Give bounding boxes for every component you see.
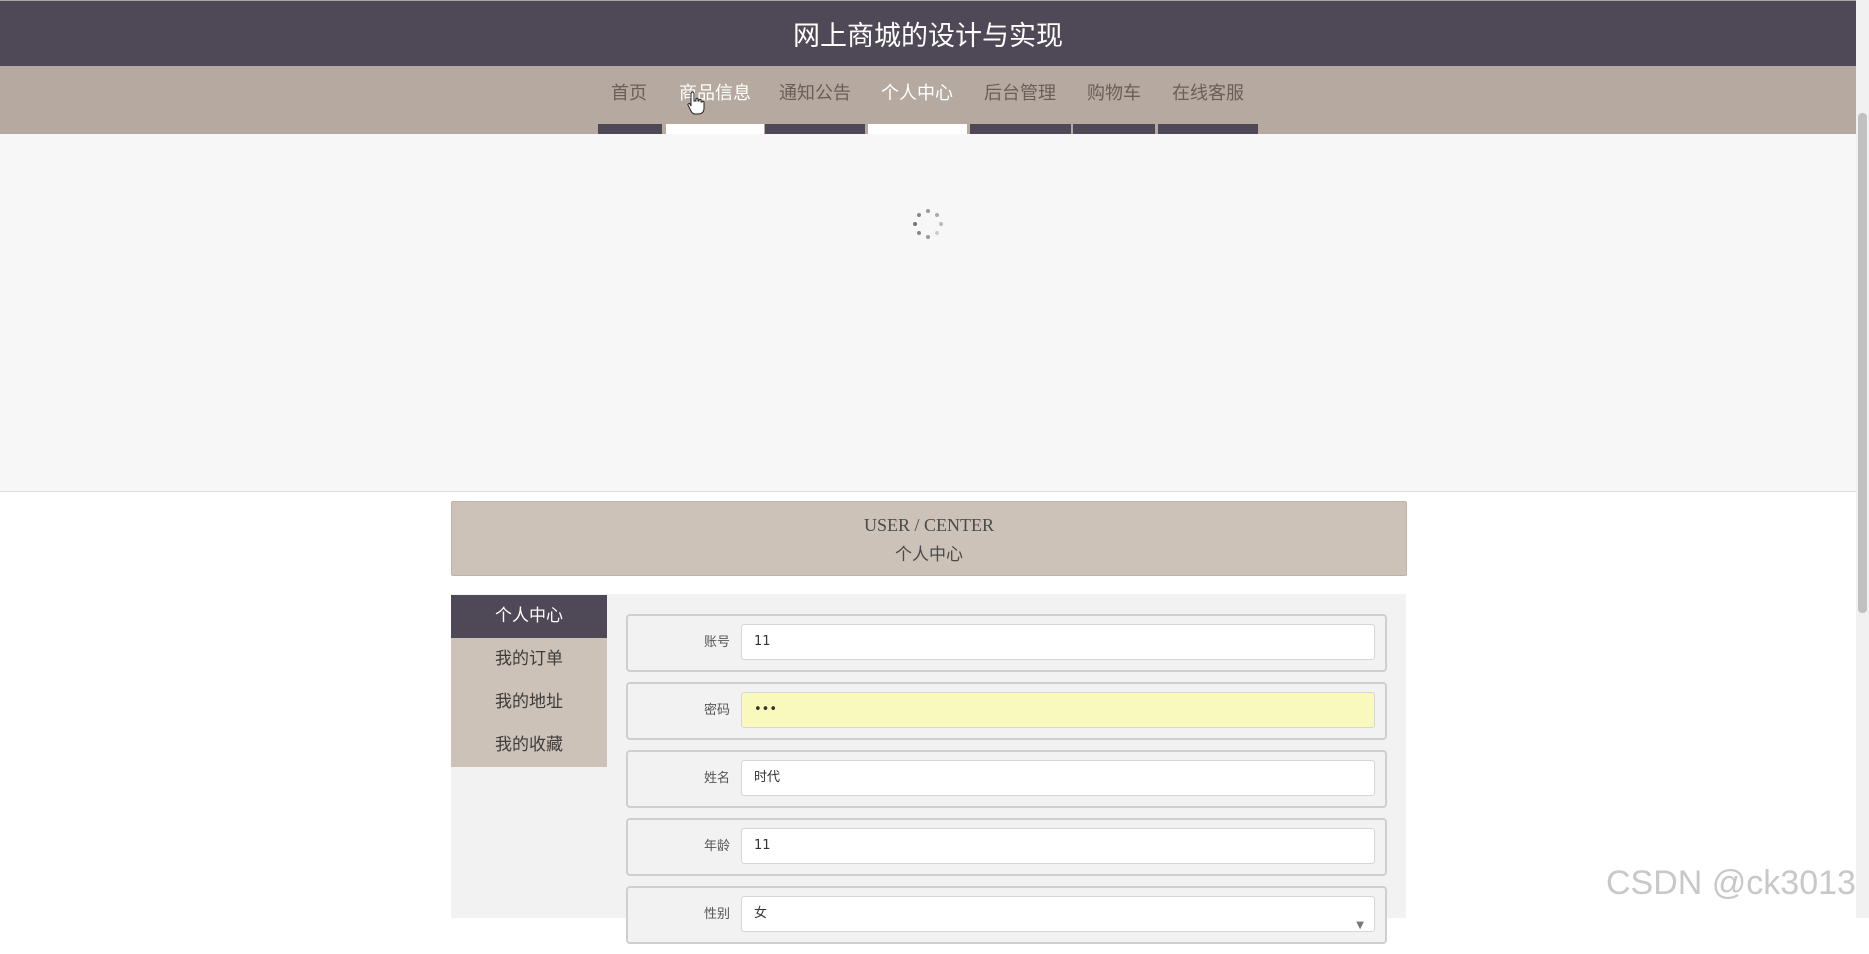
loading-spinner-icon <box>913 209 943 239</box>
section-title: USER / CENTER 个人中心 <box>451 501 1407 576</box>
account-field[interactable]: 11 <box>741 624 1375 660</box>
age-label: 年龄 <box>703 839 730 854</box>
profile-form: 账号 11 密码 ••• 姓名 时代 年龄 11 性别 女 ▼ <box>626 614 1387 954</box>
gender-value: 女 <box>754 906 768 921</box>
sidebar: 个人中心 我的订单 我的地址 我的收藏 <box>451 595 607 767</box>
section-title-en: USER / CENTER <box>863 515 994 535</box>
sidebar-item-user-center[interactable]: 个人中心 <box>451 595 607 638</box>
nav-item-notices[interactable]: 通知公告 <box>765 66 865 126</box>
nav-underline-home <box>598 124 662 134</box>
nav-underline-notices <box>765 124 865 134</box>
nav-item-admin[interactable]: 后台管理 <box>970 66 1070 126</box>
sidebar-item-my-orders[interactable]: 我的订单 <box>451 638 607 681</box>
age-field[interactable]: 11 <box>741 828 1375 864</box>
password-label: 密码 <box>703 703 730 718</box>
sidebar-item-my-address[interactable]: 我的地址 <box>451 681 607 724</box>
banner-area <box>0 134 1856 492</box>
nav-item-cart[interactable]: 购物车 <box>1073 66 1155 126</box>
nav-item-home[interactable]: 首页 <box>596 66 662 126</box>
nav-item-user-center[interactable]: 个人中心 <box>867 66 967 126</box>
form-row-gender: 性别 女 ▼ <box>626 886 1387 944</box>
form-row-name: 姓名 时代 <box>626 750 1387 808</box>
scrollbar-thumb[interactable] <box>1858 113 1867 613</box>
nav-underline-cart <box>1073 124 1155 134</box>
sidebar-item-my-favorites[interactable]: 我的收藏 <box>451 724 607 767</box>
main-nav: 首页 商品信息 通知公告 个人中心 后台管理 购物车 在线客服 <box>0 66 1856 134</box>
watermark: CSDN @ck3013 <box>1606 864 1856 902</box>
nav-underline-products <box>666 124 764 134</box>
nav-underline-support <box>1158 124 1258 134</box>
gender-select[interactable]: 女 ▼ <box>741 896 1375 932</box>
nav-item-support[interactable]: 在线客服 <box>1158 66 1258 126</box>
form-row-password: 密码 ••• <box>626 682 1387 740</box>
site-title: 网上商城的设计与实现 <box>793 21 1063 52</box>
hand-cursor-icon <box>687 91 705 115</box>
section-title-cn: 个人中心 <box>895 545 963 565</box>
form-row-age: 年龄 11 <box>626 818 1387 876</box>
site-header: 网上商城的设计与实现 <box>0 1 1856 66</box>
vertical-scrollbar[interactable] <box>1856 0 1869 918</box>
form-row-account: 账号 11 <box>626 614 1387 672</box>
name-label: 姓名 <box>703 771 730 786</box>
nav-underline-admin <box>970 124 1071 134</box>
account-label: 账号 <box>703 635 730 650</box>
gender-label: 性别 <box>703 907 730 922</box>
chevron-down-icon: ▼ <box>1356 920 1364 931</box>
nav-underline-user-center <box>868 124 967 134</box>
nav-item-products[interactable]: 商品信息 <box>665 66 765 126</box>
password-field[interactable]: ••• <box>741 692 1375 728</box>
name-field[interactable]: 时代 <box>741 760 1375 796</box>
